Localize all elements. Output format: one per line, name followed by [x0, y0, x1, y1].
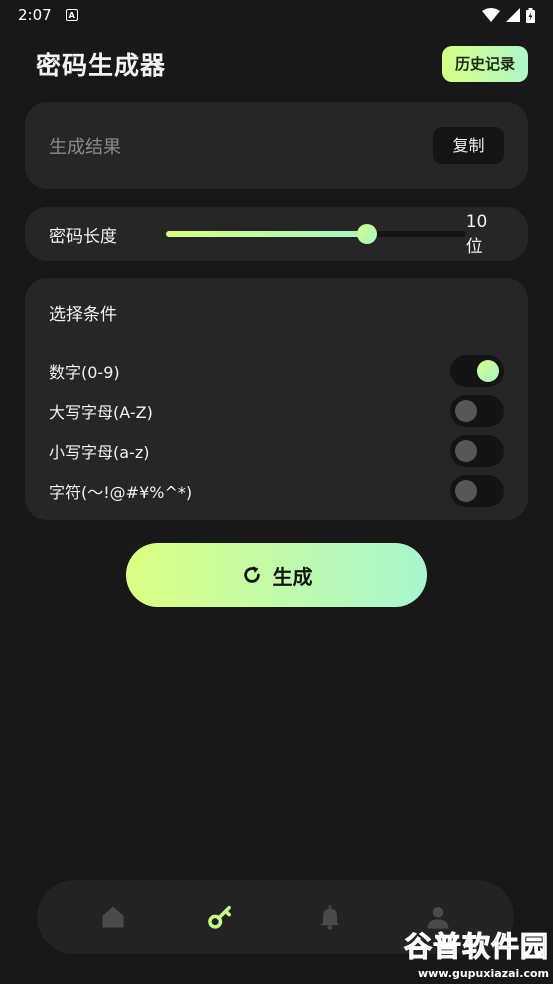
bell-icon	[320, 905, 339, 930]
key-icon	[208, 905, 232, 929]
nav-notifications[interactable]	[310, 897, 350, 937]
header: 密码生成器 历史记录	[36, 44, 528, 84]
copy-button[interactable]: 复制	[433, 127, 504, 164]
wifi-icon	[482, 8, 500, 22]
options-title: 选择条件	[49, 305, 117, 325]
toggle-symbols[interactable]	[450, 475, 504, 507]
toggle-knob	[455, 440, 477, 462]
history-button[interactable]: 历史记录	[441, 46, 528, 82]
length-slider[interactable]	[166, 224, 466, 244]
watermark-main: 谷普软件园	[403, 929, 549, 963]
toggle-digits[interactable]	[450, 355, 504, 387]
length-slider-fill	[166, 231, 367, 237]
status-right	[482, 7, 535, 23]
option-label-lowercase: 小写字母(a-z)	[49, 443, 150, 462]
status-bar: 2:07 A	[0, 0, 553, 30]
nav-home[interactable]	[93, 897, 133, 937]
toggle-uppercase[interactable]	[450, 395, 504, 427]
option-label-uppercase: 大写字母(A-Z)	[49, 403, 153, 422]
options-card: 选择条件 数字(0-9) 大写字母(A-Z) 小写字母(a-z) 字符(～!@#…	[25, 278, 528, 520]
refresh-icon	[243, 566, 260, 583]
watermark-logo: 谷普软件园 www.gupuxiazai.com	[389, 924, 549, 980]
accessibility-indicator-icon: A	[65, 9, 78, 21]
battery-icon	[526, 7, 535, 23]
result-output: 生成结果	[49, 136, 121, 158]
generate-button[interactable]: 生成	[126, 543, 427, 607]
toggle-knob	[455, 400, 477, 422]
option-row-symbols: 字符(～!@#¥%^*)	[49, 471, 504, 511]
length-card: 密码长度 10位	[25, 207, 528, 261]
toggle-knob	[477, 360, 499, 382]
length-slider-thumb[interactable]	[356, 224, 377, 244]
option-label-symbols: 字符(～!@#¥%^*)	[49, 483, 193, 502]
length-value: 10位	[465, 211, 488, 257]
generate-button-label: 生成	[272, 564, 313, 589]
nav-password[interactable]	[201, 897, 241, 937]
toggle-lowercase[interactable]	[450, 435, 504, 467]
signal-icon	[506, 8, 520, 22]
status-left: 2:07 A	[18, 6, 78, 24]
watermark-sub: www.gupuxiazai.com	[418, 966, 549, 980]
option-row-uppercase: 大写字母(A-Z)	[49, 391, 504, 431]
status-time: 2:07	[18, 6, 52, 24]
option-row-digits: 数字(0-9)	[49, 351, 504, 391]
toggle-knob	[455, 480, 477, 502]
option-row-lowercase: 小写字母(a-z)	[49, 431, 504, 471]
page-title: 密码生成器	[36, 51, 167, 80]
length-label: 密码长度	[49, 226, 117, 247]
result-card: 生成结果 复制	[25, 102, 528, 189]
option-label-digits: 数字(0-9)	[49, 363, 120, 382]
home-icon	[102, 906, 124, 928]
